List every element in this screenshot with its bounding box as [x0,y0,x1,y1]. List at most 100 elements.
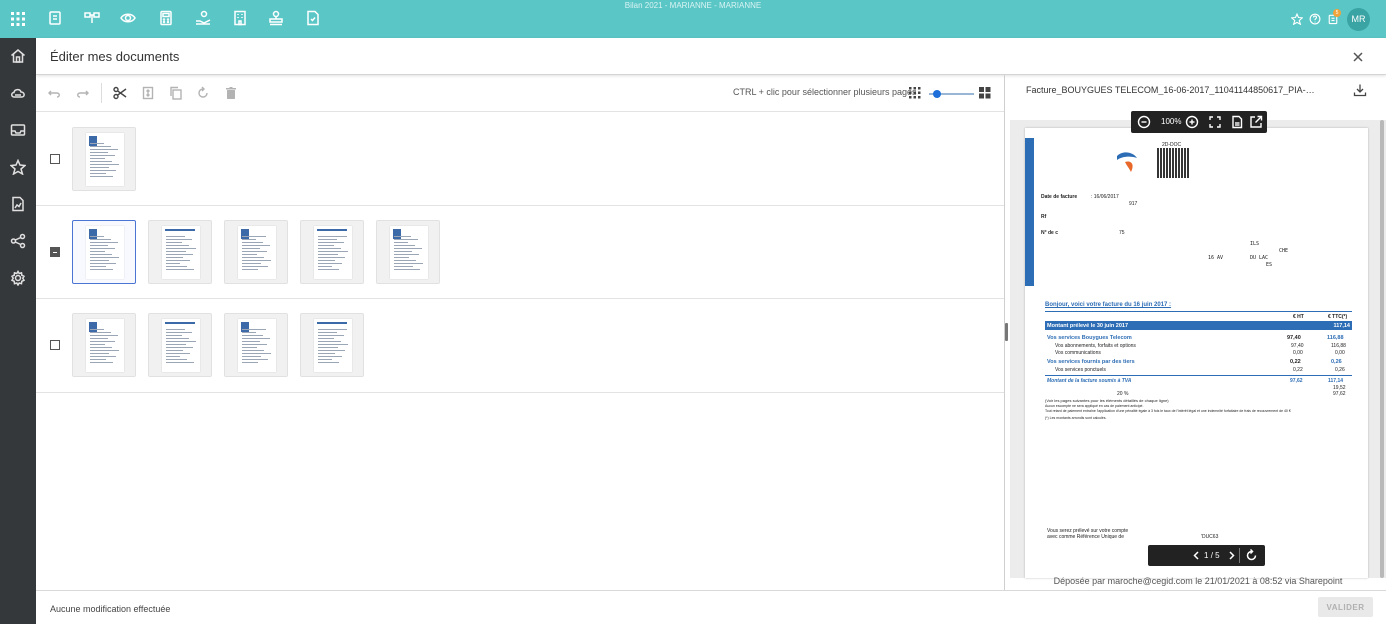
address-line-5: ES [1266,262,1273,268]
zoom-slider-handle[interactable] [932,90,941,98]
page-preview-line [166,335,182,336]
apps-grid-icon[interactable] [10,11,26,27]
validate-button[interactable]: VALIDER [1318,597,1373,617]
2d-barcode [1157,148,1189,178]
invoice-num-label: N° de c [1041,230,1059,236]
hand-coins-icon[interactable] [195,10,213,28]
large-grid-icon[interactable] [979,86,993,100]
star-icon[interactable] [9,158,27,176]
split-icon[interactable] [141,86,155,100]
page-preview-line [90,329,104,330]
scissors-icon[interactable] [113,86,127,100]
invoice-page: 2D-DOC Date de facture : 16/06/2017 917 … [1025,128,1368,578]
address-line-2: CHE [1279,248,1289,254]
page-preview-line [166,242,182,243]
page-thumbnail[interactable] [72,220,136,284]
svc2-ttc: 0,00 [1335,350,1345,356]
page-thumbnail[interactable] [148,220,212,284]
eye-icon[interactable] [120,10,138,28]
page-thumbnail[interactable] [148,313,212,377]
page-thumbnail[interactable] [376,220,440,284]
chart-file-icon[interactable] [10,196,26,212]
fullscreen-icon[interactable] [1208,115,1222,129]
undo-icon[interactable] [48,86,62,100]
rotate-icon[interactable] [196,86,210,100]
col-ttc: € TTC(*) [1328,314,1348,320]
montant-value: 117,14 [1333,323,1350,329]
prev-page-icon[interactable] [1190,549,1203,562]
page-preview-line [90,161,112,162]
zoom-in-icon[interactable] [1185,115,1199,129]
page-preview-line [90,152,108,153]
page-preview-line [166,332,192,333]
redo-icon[interactable] [75,86,89,100]
building-icon[interactable] [232,10,250,28]
page-thumbnail[interactable] [72,313,136,377]
document-checkbox[interactable] [50,246,60,257]
small-grid-icon[interactable] [909,86,923,100]
montant-bar: Montant prélevé le 30 juin 2017 117,14 [1045,321,1352,330]
page-preview [86,319,124,372]
help-icon[interactable] [1309,12,1323,26]
page-preview-line [318,251,348,252]
page-preview [314,319,352,372]
document-icon[interactable] [47,10,65,28]
page-preview-line [90,158,105,159]
download-icon[interactable] [1353,83,1367,97]
page-preview-header [89,229,97,239]
inbox-icon[interactable] [10,122,26,138]
stamp-icon[interactable] [268,10,286,28]
page-preview-line [166,341,196,342]
next-page-icon[interactable] [1225,549,1238,562]
page-preview-header [89,136,97,146]
document-checkbox[interactable] [50,153,60,164]
page-thumbnail[interactable] [224,220,288,284]
star-icon[interactable] [1290,12,1305,26]
page-preview-line [318,356,342,357]
selection-hint: CTRL + clic pour sélectionner plusieurs … [733,87,917,97]
trash-icon[interactable] [224,86,238,100]
document-checkbox[interactable] [50,340,60,350]
document-row [36,206,1004,299]
page-preview-line [90,248,115,249]
org-chart-icon[interactable] [84,10,102,28]
svc-bt-ttc: 116,88 [1327,335,1344,341]
page-thumbnail[interactable] [72,127,136,191]
document-viewer[interactable]: 2D-DOC Date de facture : 16/06/2017 917 … [1010,120,1386,578]
modification-status: Aucune modification effectuée [50,604,171,614]
open-external-icon[interactable] [1249,115,1263,129]
page-preview-line [242,341,260,342]
fit-page-icon[interactable] [1230,115,1244,129]
rotate-page-icon[interactable] [1245,548,1258,562]
page-preview-line [318,257,345,258]
avatar[interactable]: MR [1347,8,1370,31]
copy-icon[interactable] [169,86,183,100]
close-icon[interactable] [1352,50,1366,64]
share-icon[interactable] [10,233,26,249]
edit-documents-panel: Éditer mes documents CTRL + clic pour sé… [36,38,1386,624]
page-total: 5 [1215,551,1220,560]
page-preview-line [166,266,187,267]
page-preview-header [241,322,249,332]
home-icon[interactable] [10,48,26,64]
page-preview-line [90,344,105,345]
page-thumbnail[interactable] [300,220,364,284]
page-preview [162,226,200,279]
page-preview-line [318,236,347,237]
zoom-out-icon[interactable] [1137,115,1151,129]
cloud-icon[interactable] [10,85,26,101]
settings-icon[interactable] [10,270,26,287]
page-preview-line [166,248,196,249]
address-line-4: DU LAC [1250,255,1269,261]
calculator-icon[interactable] [158,10,176,28]
resize-handle[interactable] [1005,323,1008,341]
viewer-scrollbar[interactable] [1380,120,1384,578]
page-thumbnail[interactable] [224,313,288,377]
svc-tiers-ttc: 0,26 [1331,359,1342,365]
page-preview-line [90,155,115,156]
file-check-icon[interactable] [305,10,323,28]
page-preview-line [90,263,116,264]
page-preview-header [241,229,249,239]
page-thumbnail[interactable] [300,313,364,377]
invoice-line-917: 917 [1129,201,1138,207]
